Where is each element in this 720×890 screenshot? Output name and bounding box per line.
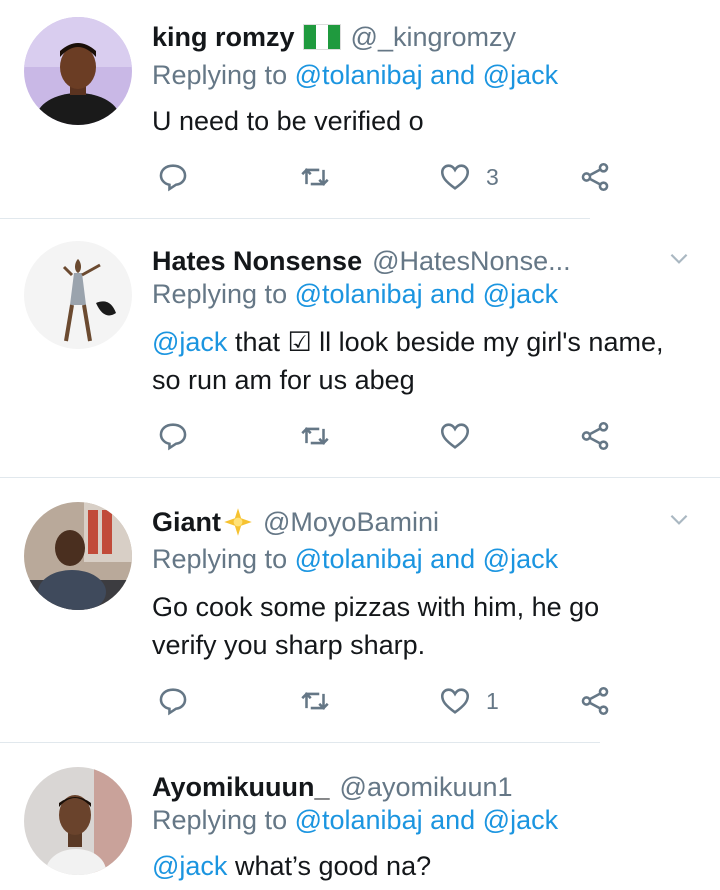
reply-icon	[159, 688, 187, 716]
mention-link[interactable]: @tolanibaj	[295, 544, 423, 574]
mention-link[interactable]: @jack	[152, 327, 227, 357]
heart-icon	[440, 688, 470, 714]
author-handle[interactable]: @ayomikuun1	[340, 772, 513, 803]
reply-button[interactable]	[156, 419, 190, 453]
mention-link[interactable]: @jack	[483, 60, 558, 90]
replying-to: Replying to @tolanibaj and @jack	[152, 544, 559, 574]
author-handle[interactable]: @MoyoBamini	[263, 507, 439, 538]
nigeria-flag-icon	[302, 24, 341, 50]
share-icon	[581, 421, 609, 451]
reply-icon	[159, 423, 187, 451]
tweet-text: @jack what’s good na?	[152, 851, 432, 881]
replying-to: Replying to @tolanibaj and @jack	[152, 805, 559, 835]
replying-to: Replying to @tolanibaj and @jack	[152, 60, 559, 90]
mention-link[interactable]: @jack	[483, 805, 558, 835]
tweet-1[interactable]: king romzy @_kingromzy Replying to @tola…	[0, 0, 720, 218]
mention-link[interactable]: @jack	[152, 851, 227, 881]
mention-link[interactable]: @tolanibaj	[295, 805, 423, 835]
reply-icon	[159, 164, 187, 192]
mention-link[interactable]: @jack	[483, 279, 558, 309]
reply-button[interactable]	[156, 160, 190, 194]
replying-to: Replying to @tolanibaj and @jack	[152, 279, 559, 309]
chevron-down-icon[interactable]	[666, 245, 692, 271]
share-icon	[581, 162, 609, 192]
retweet-button[interactable]	[298, 684, 332, 718]
retweet-button[interactable]	[298, 160, 332, 194]
share-button[interactable]	[578, 160, 612, 194]
retweet-icon	[301, 427, 329, 445]
tweet-2[interactable]: Hates Nonsense @HatesNonse... Replying t…	[0, 219, 720, 477]
avatar[interactable]	[24, 767, 132, 875]
author-name[interactable]: Hates Nonsense	[152, 246, 362, 277]
chevron-down-icon[interactable]	[666, 506, 692, 532]
mention-link[interactable]: @tolanibaj	[295, 279, 423, 309]
star-icon	[224, 508, 252, 536]
retweet-icon	[301, 692, 329, 710]
avatar[interactable]	[24, 502, 132, 610]
tweet-3[interactable]: Giant @MoyoBamini Replying to @tolanibaj…	[0, 478, 720, 742]
author-handle[interactable]: @_kingromzy	[351, 22, 516, 53]
mention-link[interactable]: @jack	[483, 544, 558, 574]
avatar[interactable]	[24, 17, 132, 125]
retweet-button[interactable]	[298, 419, 332, 453]
avatar[interactable]	[24, 241, 132, 349]
tweet-text: @jack that ☑ ll look beside my girl's na…	[152, 327, 664, 395]
author-handle[interactable]: @HatesNonse...	[372, 246, 571, 277]
tweet-text: Go cook some pizzas with him, he go veri…	[152, 592, 600, 660]
mention-link[interactable]: @tolanibaj	[295, 60, 423, 90]
author-name[interactable]: Ayomikuuun_	[152, 772, 330, 803]
like-count: 3	[486, 163, 499, 190]
reply-button[interactable]	[156, 684, 190, 718]
share-button[interactable]	[578, 684, 612, 718]
author-name[interactable]: king romzy	[152, 22, 295, 53]
heart-icon	[440, 423, 470, 449]
like-button[interactable]: 1	[438, 684, 499, 718]
share-icon	[581, 686, 609, 716]
author-name[interactable]: Giant	[152, 507, 221, 538]
tweet-text: U need to be verified o	[152, 106, 424, 136]
like-button[interactable]: 3	[438, 160, 499, 194]
tweet-4[interactable]: Ayomikuuun_ @ayomikuun1 Replying to @tol…	[0, 743, 720, 890]
like-button[interactable]	[438, 419, 486, 453]
share-button[interactable]	[578, 419, 612, 453]
retweet-icon	[301, 168, 329, 186]
like-count: 1	[486, 687, 499, 714]
heart-icon	[440, 164, 470, 190]
